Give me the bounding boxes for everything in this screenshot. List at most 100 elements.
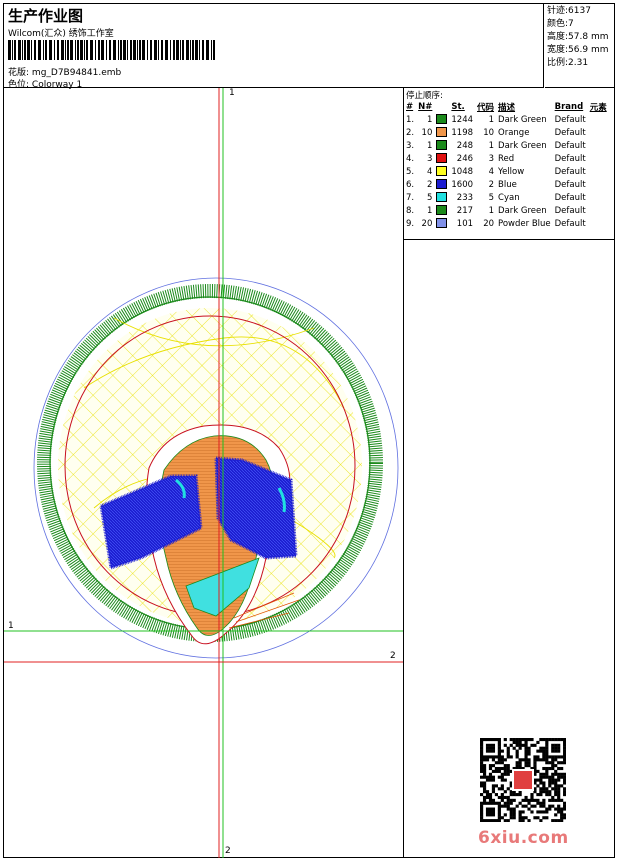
table-row: 8. 1 217 1 Dark Green Default: [404, 204, 609, 217]
table-header: # N# St. 代码 描述 Brand 元素: [406, 101, 607, 113]
stitch-count: 1048: [451, 166, 474, 177]
stat-stitches: 针迹:6137: [547, 6, 591, 16]
stitch-count: 101: [456, 218, 474, 229]
color-description: Cyan: [498, 192, 520, 203]
watermark-logo: 6xiu.com: [478, 828, 569, 848]
swatch-box: [436, 179, 448, 190]
color-swatch: [434, 204, 449, 217]
stitch-count: 248: [456, 140, 474, 151]
table-row: 4. 3 246 3 Red Default: [404, 152, 609, 165]
color-swatch: [434, 152, 449, 165]
color-swatch: [434, 165, 449, 178]
color-swatch: [434, 139, 449, 152]
table-row: 6. 2 1600 2 Blue Default: [404, 178, 609, 191]
swatch-box: [436, 114, 448, 125]
stop-index: 2.: [406, 127, 415, 138]
thread-brand: Default: [554, 127, 586, 138]
stop-index: 3.: [406, 140, 415, 151]
swatch-box: [436, 205, 448, 216]
color-swatch: [434, 217, 449, 230]
stitch-count: 246: [456, 153, 474, 164]
stop-sequence-table: # N# St. 代码 描述 Brand 元素 1. 1 1244 1 Dark Gre…: [404, 100, 609, 230]
embroidery-drawing: [4, 88, 403, 858]
table-row: 9. 20 101 20 Powder Blue Default: [404, 217, 609, 230]
company-name: Wilcom(汇众) 绣饰工作室: [8, 29, 114, 39]
stop-index: 4.: [406, 153, 415, 164]
axis-label-left: 1: [8, 621, 14, 631]
stat-colors: 颜色:7: [547, 19, 574, 29]
thread-brand: Default: [554, 153, 586, 164]
axis-label-top: 1: [229, 88, 235, 98]
thread-brand: Default: [554, 179, 586, 190]
needle-number: 4: [426, 166, 433, 177]
color-description: Blue: [498, 179, 517, 190]
color-swatch: [434, 178, 449, 191]
barcode: [8, 40, 215, 60]
needle-number: 1: [426, 205, 433, 216]
stop-index: 1.: [406, 114, 415, 125]
thread-brand: Default: [554, 166, 586, 177]
swatch-box: [436, 218, 448, 229]
color-description: Red: [498, 153, 515, 164]
needle-number: 10: [421, 127, 433, 138]
stitch-count: 233: [456, 192, 474, 203]
swatch-box: [436, 192, 448, 203]
needle-number: 3: [426, 153, 433, 164]
stats-panel: 针迹:6137 颜色:7 高度:57.8 mm 宽度:56.9 mm 比例:2.…: [545, 4, 615, 88]
stat-scale: 比例:2.31: [547, 58, 589, 68]
color-swatch: [434, 191, 449, 204]
stitch-count: 1600: [451, 179, 474, 190]
color-code: 10: [483, 127, 495, 138]
color-description: Yellow: [498, 166, 525, 177]
stop-index: 6.: [406, 179, 415, 190]
thread-brand: Default: [554, 205, 586, 216]
swatch-box: [436, 127, 448, 138]
color-description: Dark Green: [498, 205, 547, 216]
stitch-count: 1198: [451, 127, 474, 138]
stitch-count: 217: [456, 205, 474, 216]
color-code: 3: [488, 153, 495, 164]
color-code: 1: [488, 205, 495, 216]
stop-index: 5.: [406, 166, 415, 177]
axis-label-right: 2: [390, 651, 396, 661]
color-description: Dark Green: [498, 140, 547, 151]
stop-index: 8.: [406, 205, 415, 216]
stop-index: 7.: [406, 192, 415, 203]
qr-code: [480, 738, 566, 822]
color-code: 4: [488, 166, 495, 177]
table-row: 7. 5 233 5 Cyan Default: [404, 191, 609, 204]
needle-number: 2: [426, 179, 433, 190]
axis-label-bottom: 2: [225, 846, 231, 856]
page-title: 生产作业图: [8, 7, 84, 25]
thread-brand: Default: [554, 192, 586, 203]
color-code: 2: [488, 179, 495, 190]
color-swatch: [434, 113, 449, 126]
stat-width: 宽度:56.9 mm: [547, 45, 609, 55]
swatch-box: [436, 140, 448, 151]
needle-number: 5: [426, 192, 433, 203]
stop-sequence-panel: 停止顺序: # N# St. 代码 描述 Brand 元素 1. 1 1244 1 Da…: [404, 88, 615, 240]
table-row: 1. 1 1244 1 Dark Green Default: [404, 113, 609, 126]
color-code: 5: [488, 192, 495, 203]
swatch-box: [436, 166, 448, 177]
stat-height: 高度:57.8 mm: [547, 32, 609, 42]
color-description: Orange: [498, 127, 530, 138]
thread-brand: Default: [554, 218, 586, 229]
color-code: 1: [488, 140, 495, 151]
color-description: Dark Green: [498, 114, 547, 125]
needle-number: 1: [426, 114, 433, 125]
color-code: 20: [483, 218, 495, 229]
table-row: 3. 1 248 1 Dark Green Default: [404, 139, 609, 152]
swatch-box: [436, 153, 448, 164]
color-code: 1: [488, 114, 495, 125]
design-preview: 1 2 1 2: [4, 88, 404, 858]
needle-number: 1: [426, 140, 433, 151]
table-row: 5. 4 1048 4 Yellow Default: [404, 165, 609, 178]
table-row: 2. 10 1198 10 Orange Default: [404, 126, 609, 139]
header-panel: 生产作业图 Wilcom(汇众) 绣饰工作室 花版: mg_D7B94841.e…: [4, 4, 544, 90]
stitch-count: 1244: [451, 114, 474, 125]
needle-number: 20: [421, 218, 433, 229]
thread-brand: Default: [554, 114, 586, 125]
stop-index: 9.: [406, 218, 415, 229]
color-swatch: [434, 126, 449, 139]
